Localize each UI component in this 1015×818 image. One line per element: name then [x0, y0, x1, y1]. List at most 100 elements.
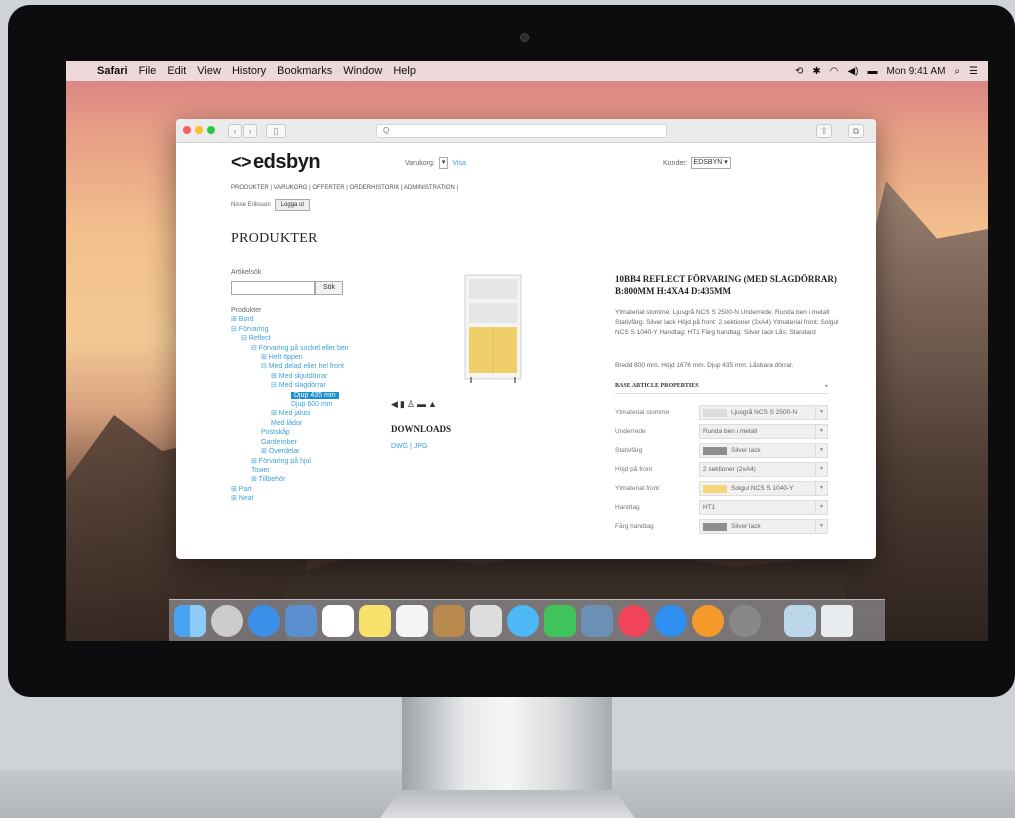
mail-icon[interactable] [285, 605, 317, 637]
tree-item[interactable]: ⊞ Part [231, 485, 349, 494]
preview-icon[interactable] [470, 605, 502, 637]
dropdown-arrow-icon[interactable]: ▼ [815, 482, 827, 495]
volume-icon[interactable]: ◀) [847, 66, 858, 77]
top-navigation[interactable]: PRODUKTER | VARUKORG | OFFERTER | ORDERH… [231, 185, 458, 191]
forward-button[interactable]: › [243, 124, 257, 138]
notes-icon[interactable] [359, 605, 391, 637]
cart-dropdown[interactable]: ▾ [438, 157, 449, 169]
tree-item-label: ⊞ Part [231, 485, 252, 493]
trash-icon[interactable] [821, 605, 853, 637]
launchpad-icon[interactable] [211, 605, 243, 637]
tree-item-label: Postskåp [261, 429, 290, 437]
app-store-icon[interactable] [655, 605, 687, 637]
minimize-window-button[interactable] [195, 126, 203, 134]
base-properties-title: BASE ARTICLE PROPERTIES [615, 383, 699, 389]
dropdown-arrow-icon[interactable]: ▼ [815, 425, 827, 438]
tree-item[interactable]: ⊟ Reflect [231, 334, 349, 343]
messages-icon[interactable] [507, 605, 539, 637]
battery-icon[interactable]: ▬ [868, 66, 878, 77]
zoom-window-button[interactable] [207, 126, 215, 134]
property-select[interactable]: Silver lack ▼ [699, 519, 828, 534]
property-select[interactable]: Runda ben i metall ▼ [699, 424, 828, 439]
tree-item[interactable]: ⊞ Med skjutdörrar [231, 372, 349, 381]
wifi-icon[interactable]: ◠ [830, 66, 839, 77]
share-icon[interactable]: ◀ [391, 399, 400, 409]
download-links[interactable]: DWG | JPG [391, 443, 427, 450]
tree-item[interactable]: ⊞ Tillbehör [231, 475, 349, 484]
tree-item[interactable]: Med lådor [231, 419, 349, 428]
tree-item[interactable]: ⊞ Neat [231, 494, 349, 503]
chair-icon[interactable]: ♙ [407, 399, 417, 409]
menu-file[interactable]: File [139, 65, 157, 77]
menu-app-name[interactable]: Safari [97, 65, 128, 77]
desk-icon[interactable]: ▬ [417, 399, 428, 409]
time-machine-icon[interactable]: ⟲ [795, 66, 803, 77]
notification-center-icon[interactable]: ☰ [969, 66, 978, 77]
close-window-button[interactable] [183, 126, 191, 134]
property-select[interactable]: 2 sektioner (2xA4) ▼ [699, 462, 828, 477]
logo[interactable]: <> edsbyn [231, 151, 321, 174]
sidebar-toggle-button[interactable]: ▯ [266, 124, 286, 138]
property-select[interactable]: HT1 ▼ [699, 500, 828, 515]
itunes-icon[interactable] [618, 605, 650, 637]
tree-item[interactable]: Tower [231, 466, 349, 475]
tree-item-label: ⊞ Neat [231, 495, 254, 503]
dropdown-arrow-icon[interactable]: ▼ [815, 406, 827, 419]
ibooks-icon[interactable] [692, 605, 724, 637]
tree-item[interactable]: ⊟ Med slagdörrar [231, 381, 349, 390]
back-button[interactable]: ‹ [228, 124, 242, 138]
documents-folder-icon[interactable] [784, 605, 816, 637]
finder-icon[interactable] [174, 605, 206, 637]
address-bar[interactable]: Q [376, 124, 667, 138]
search-input[interactable] [231, 281, 315, 295]
tree-item[interactable]: Garderober [231, 438, 349, 447]
collapse-chevron-icon[interactable]: » [825, 383, 828, 389]
menu-edit[interactable]: Edit [167, 65, 186, 77]
reminders-icon[interactable] [396, 605, 428, 637]
menu-view[interactable]: View [197, 65, 221, 77]
info-icon[interactable]: ▮ [400, 399, 407, 409]
safari-icon[interactable] [248, 605, 280, 637]
menu-help[interactable]: Help [393, 65, 416, 77]
tree-item-selected[interactable]: Djup 435 mm [231, 391, 349, 400]
system-preferences-icon[interactable] [729, 605, 761, 637]
share-button[interactable]: ⇧ [816, 124, 832, 138]
contacts-icon[interactable] [433, 605, 465, 637]
property-select[interactable]: Solgul NCS S 1040-Y ▼ [699, 481, 828, 496]
cart-show-link[interactable]: Visa [452, 160, 466, 167]
property-row: Handtag HT1 ▼ [615, 498, 828, 517]
tree-item[interactable]: Postskåp [231, 428, 349, 437]
bluetooth-icon[interactable]: ✱ [812, 66, 820, 77]
menu-bookmarks[interactable]: Bookmarks [277, 65, 332, 77]
tree-item[interactable]: ⊞ Bord [231, 315, 349, 324]
dropdown-arrow-icon[interactable]: ▼ [815, 444, 827, 457]
tree-item[interactable]: ⊞ Helt öppen [231, 353, 349, 362]
property-row: Stativfärg Silver lack ▼ [615, 441, 828, 460]
logout-button[interactable]: Logga ut [274, 199, 311, 211]
tree-item[interactable]: ⊞ Förvaring på hjul [231, 457, 349, 466]
print-icon[interactable]: ▲ [428, 399, 439, 409]
tree-item[interactable]: ⊟ Förvaring [231, 325, 349, 334]
tabs-button[interactable]: ⧉ [848, 124, 864, 138]
search-button[interactable]: Sök [315, 281, 343, 295]
clock[interactable]: Mon 9:41 AM [887, 66, 946, 77]
dropdown-arrow-icon[interactable]: ▼ [815, 520, 827, 533]
tree-item[interactable]: ⊞ Överdelar [231, 447, 349, 456]
dropdown-arrow-icon[interactable]: ▼ [815, 501, 827, 514]
tree-item[interactable]: ⊟ Med delad eller hel front [231, 362, 349, 371]
property-select[interactable]: Silver lack ▼ [699, 443, 828, 458]
property-select[interactable]: Ljusgrå NCS S 2500-N ▼ [699, 405, 828, 420]
tree-item[interactable]: ⊟ Förvaring på sockel eller ben [231, 344, 349, 353]
facetime-icon[interactable] [544, 605, 576, 637]
calendar-icon[interactable] [322, 605, 354, 637]
dropdown-arrow-icon[interactable]: ▼ [815, 463, 827, 476]
menu-history[interactable]: History [232, 65, 266, 77]
product-title: 10BB4 REFLECT FÖRVARING (MED SLAGDÖRRAR)… [615, 274, 837, 296]
customer-dropdown[interactable]: EDSBYN ▾ [690, 157, 731, 169]
menu-window[interactable]: Window [343, 65, 382, 77]
photos-icon[interactable] [581, 605, 613, 637]
base-properties-header[interactable]: BASE ARTICLE PROPERTIES » [615, 383, 828, 394]
spotlight-icon[interactable]: ⌕ [954, 66, 960, 77]
tree-item[interactable]: Djup 600 mm [231, 400, 349, 409]
tree-item[interactable]: ⊞ Med jalusi [231, 409, 349, 418]
